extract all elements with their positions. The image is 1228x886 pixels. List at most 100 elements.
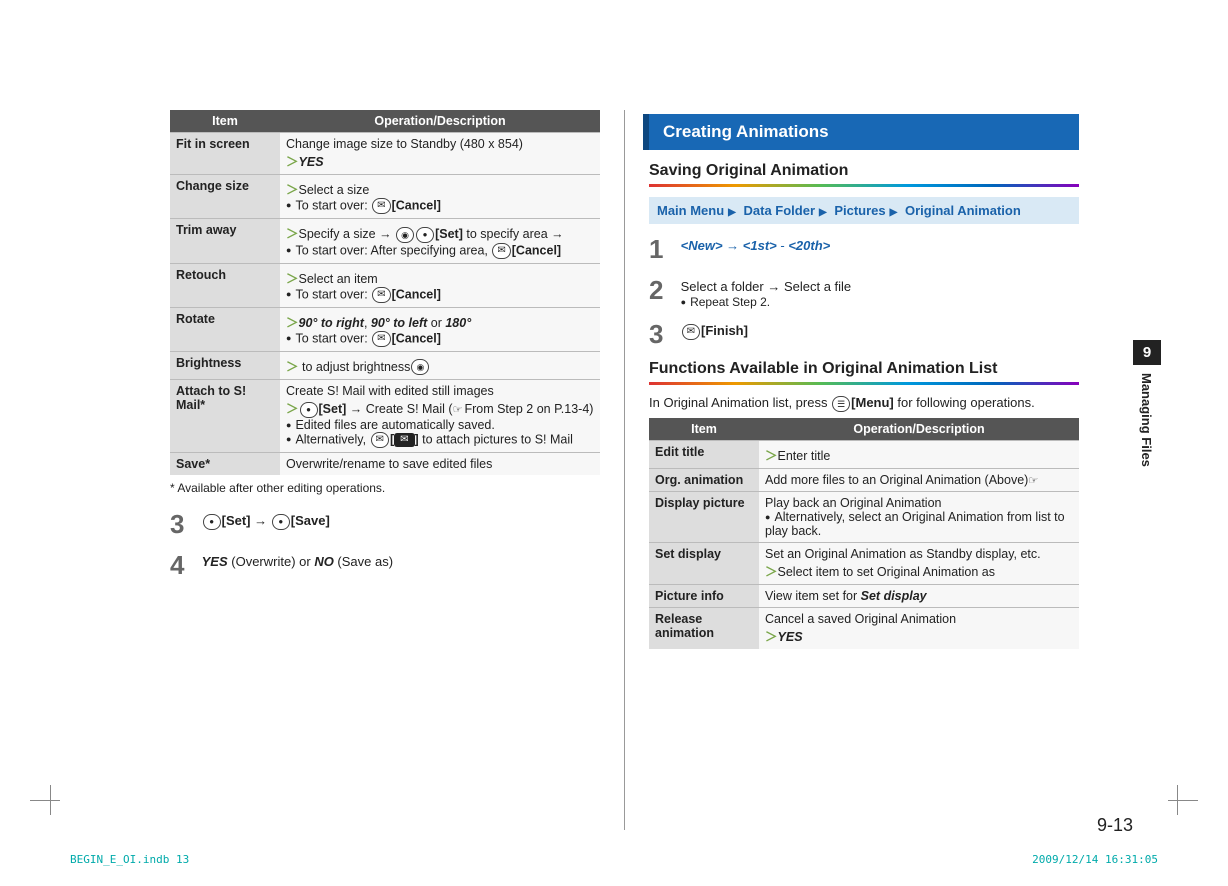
line-text: → Create S! Mail ( xyxy=(346,402,452,416)
triangle-icon: ▶ xyxy=(819,207,827,218)
line-text: Specify a size → xyxy=(299,227,396,241)
line-text: to adjust brightness xyxy=(299,360,411,374)
crumb: Data Folder xyxy=(744,203,816,218)
intro-pre: In Original Animation list, press xyxy=(649,395,831,410)
chevron-icon: ＞ xyxy=(765,449,778,463)
mail-key-icon xyxy=(492,243,510,259)
table-row: Change size＞Select a sizeTo start over: … xyxy=(170,175,600,219)
chevron-icon: ＞ xyxy=(286,227,299,241)
chevron-icon: ＞ xyxy=(286,183,299,197)
chevron-icon: ＞ xyxy=(286,272,299,286)
line-text: To start over: After specifying area, xyxy=(295,243,491,257)
chevron-icon: ＞ xyxy=(765,630,778,644)
bolditalic-label: YES xyxy=(299,155,324,169)
line-text: Create S! Mail with edited still images xyxy=(286,384,494,398)
step-body: Select a folder → Select a file Repeat S… xyxy=(681,275,1079,309)
triangle-icon: ▶ xyxy=(728,207,736,218)
line-text: Cancel a saved Original Animation xyxy=(765,612,956,626)
line-text: Set an Original Animation as Standby dis… xyxy=(765,547,1041,561)
footnote: * Available after other editing operatio… xyxy=(170,481,600,495)
line-text: Select item to set Original Animation as xyxy=(778,565,995,579)
menu-breadcrumb: Main Menu▶ Data Folder▶ Pictures▶ Origin… xyxy=(649,197,1079,224)
bolditalic-label: YES xyxy=(778,630,803,644)
row-desc: ＞Specify a size → [Set] to specify area … xyxy=(280,219,600,264)
row-desc: Cancel a saved Original Animation ＞YES xyxy=(759,607,1079,649)
menu-key-icon xyxy=(832,396,850,412)
table-row: Release animationCancel a saved Original… xyxy=(649,607,1079,649)
bold-label: [Set] xyxy=(435,227,463,241)
line-text: Play back an Original Animation xyxy=(765,496,941,510)
step-3r: 3 [Finish] xyxy=(649,319,1079,350)
step-body: [Finish] xyxy=(681,319,1079,340)
center-key-icon xyxy=(272,514,290,530)
right-column: Creating Animations Saving Original Anim… xyxy=(629,110,1099,830)
page-number: 9-13 xyxy=(1097,815,1133,836)
left-column: Item Operation/Description Fit in screen… xyxy=(150,110,620,830)
crop-mark-icon xyxy=(1158,780,1198,820)
row-desc: ＞Select an itemTo start over: [Cancel] xyxy=(280,263,600,307)
nav-key-icon xyxy=(396,227,414,243)
row-item: Picture info xyxy=(649,584,759,607)
th-item: Item xyxy=(170,110,280,133)
line-text: Alternatively, select an Original Animat… xyxy=(765,510,1065,538)
row-item: Fit in screen xyxy=(170,133,280,175)
hand-icon xyxy=(453,402,465,416)
line-text: to specify area → xyxy=(463,227,564,241)
section-title: Creating Animations xyxy=(649,114,1079,150)
footer-right: 2009/12/14 16:31:05 xyxy=(1032,853,1158,866)
line-text: Edited files are automatically saved. xyxy=(295,418,494,432)
chevron-icon: ＞ xyxy=(286,155,299,169)
chevron-icon: ＞ xyxy=(286,360,299,374)
no-label: NO xyxy=(314,554,334,569)
bold-label: [Set] xyxy=(319,402,347,416)
bold-label: [Cancel] xyxy=(392,331,441,345)
chapter-tab: 9 Managing Files xyxy=(1133,340,1161,481)
bold-label: [Cancel] xyxy=(392,198,441,212)
table-row: Display picturePlay back an Original Ani… xyxy=(649,491,1079,542)
save-label: [Save] xyxy=(291,513,330,528)
yes-label: YES xyxy=(202,554,228,569)
center-key-icon xyxy=(300,402,318,418)
mail-key-icon xyxy=(371,432,389,448)
line-text: To start over: xyxy=(295,287,371,301)
line-text: To start over: xyxy=(295,198,371,212)
row-desc: ＞ to adjust brightness xyxy=(280,351,600,380)
line-text: , xyxy=(364,316,371,330)
intro-post: for following operations. xyxy=(894,395,1035,410)
first-label: <1st> xyxy=(743,238,777,253)
menu-label: [Menu] xyxy=(851,395,894,410)
row-item: Trim away xyxy=(170,219,280,264)
row-desc: Add more files to an Original Animation … xyxy=(759,468,1079,491)
table-row: Fit in screenChange image size to Standb… xyxy=(170,133,600,175)
saveas-text: (Save as) xyxy=(334,554,393,569)
bolditalic-label: Set display xyxy=(861,589,927,603)
table-row: Attach to S! Mail* Create S! Mail with ed… xyxy=(170,380,600,453)
mail-key-icon xyxy=(682,324,700,340)
animation-functions-table: Item Operation/Description Edit title＞En… xyxy=(649,418,1079,649)
bold-label: [Cancel] xyxy=(392,287,441,301)
line-text: or xyxy=(427,316,445,330)
mail-key-icon xyxy=(372,198,390,214)
row-item: Edit title xyxy=(649,440,759,468)
set-label: [Set] xyxy=(222,513,251,528)
bold-label: [Cancel] xyxy=(512,243,561,257)
overwrite-text: (Overwrite) or xyxy=(228,554,315,569)
row-desc: Set an Original Animation as Standby dis… xyxy=(759,542,1079,584)
table-row: Edit title＞Enter title xyxy=(649,440,1079,468)
center-key-icon xyxy=(203,514,221,530)
dash: - xyxy=(777,238,789,253)
crop-mark-icon xyxy=(30,780,70,820)
chevron-icon: ＞ xyxy=(765,565,778,579)
arrow: → xyxy=(723,238,743,253)
column-divider xyxy=(624,110,625,830)
line-text: Select an item xyxy=(299,272,378,286)
row-desc: Play back an Original AnimationAlternati… xyxy=(759,491,1079,542)
hand-icon xyxy=(1028,473,1040,487)
row-item: Rotate xyxy=(170,307,280,351)
step-number: 1 xyxy=(649,234,677,265)
footer-left: BEGIN_E_OI.indb 13 xyxy=(70,853,189,866)
row-item: Display picture xyxy=(649,491,759,542)
table-row: Rotate＞90° to right, 90° to left or 180°… xyxy=(170,307,600,351)
row-item: Attach to S! Mail* xyxy=(170,380,280,453)
center-key-icon xyxy=(416,227,434,243)
